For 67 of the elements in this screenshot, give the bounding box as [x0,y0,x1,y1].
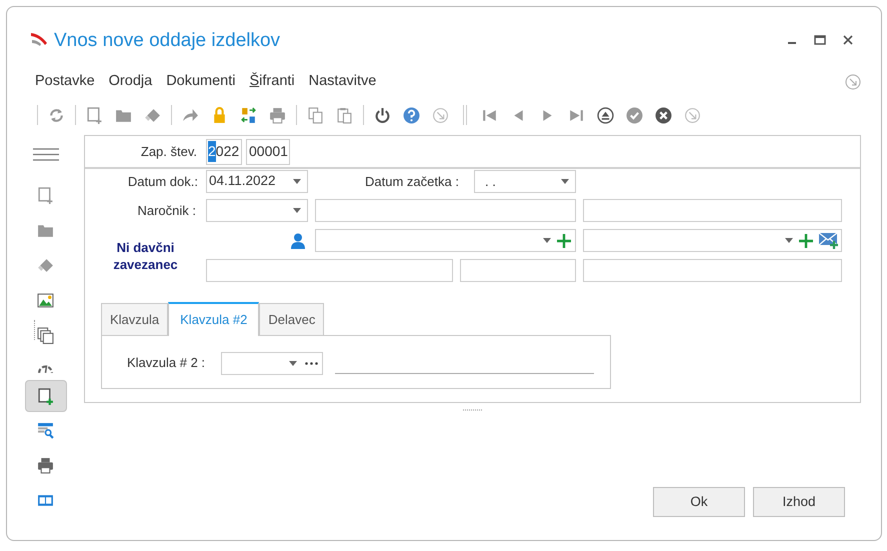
field-label: Naročnik : [136,202,196,220]
eraser-icon[interactable] [37,257,54,274]
refresh-icon[interactable] [48,106,65,124]
caret-icon [293,208,301,213]
caret-icon [785,238,793,243]
field-label: Datum začetka : [365,172,460,191]
caret-icon [289,360,297,366]
menu-icon[interactable] [32,148,58,161]
new-document-icon[interactable] [37,187,54,204]
tool-button[interactable] [24,380,66,412]
dialog-button[interactable]: Ok [653,487,745,517]
menu-item[interactable]: Šifranti [250,71,295,93]
person-icon[interactable] [291,232,305,248]
copy-icon[interactable] [307,106,324,124]
year-field[interactable]: 2022 [206,138,242,164]
arrow-icon[interactable] [182,106,199,124]
menu-item[interactable]: Dokumenti [166,71,236,93]
menu-item[interactable]: Orodja [108,71,152,93]
tax-status-label: Ni davčni zavezanec [112,238,179,272]
paste-icon[interactable] [336,106,353,124]
new-document-icon [37,388,54,404]
power-icon[interactable] [374,106,391,124]
lock-icon[interactable] [211,106,228,124]
text-field[interactable] [315,199,576,222]
contact-combo[interactable] [315,229,576,252]
printer-icon[interactable] [37,456,54,474]
caret-icon [293,179,301,184]
menu-item[interactable]: Nastavitve [308,71,376,93]
eject-icon[interactable] [597,106,614,124]
image-icon[interactable] [37,292,54,309]
cancel-icon[interactable] [655,106,672,124]
email-combo[interactable] [583,229,842,252]
help-icon[interactable] [403,106,420,124]
app-logo [30,31,48,49]
field-label: Klavzula # 2 : [127,354,206,372]
transfer-icon[interactable] [240,106,257,124]
ellipsis-icon[interactable] [305,362,318,364]
close-icon[interactable] [841,33,855,47]
date-dropdown[interactable]: . . [474,170,576,193]
text-field[interactable] [583,199,842,222]
maximize-icon[interactable] [813,33,827,47]
printer-icon[interactable] [269,106,286,124]
field-label: Datum dok.: [126,172,198,191]
text-field[interactable] [206,259,453,282]
new-document-icon[interactable] [86,106,103,124]
add-icon[interactable] [799,234,813,248]
menu-item[interactable]: Postavke [35,71,95,93]
date-dropdown[interactable]: 04.11.2022 [206,170,308,193]
envelope-plus-icon[interactable] [819,232,839,249]
copy-icon[interactable] [37,327,54,344]
customer-dropdown[interactable] [206,199,308,222]
tab[interactable]: Delavec [259,303,324,335]
caret-icon [561,179,569,184]
eraser-icon[interactable] [144,106,161,124]
tab[interactable]: Klavzula #2 [168,302,260,336]
field-label: Zap. štev. [140,142,197,161]
table-search-icon[interactable] [37,422,54,438]
text-field[interactable] [460,259,576,282]
window-title: Vnos nove oddaje izdelkov [54,29,280,53]
folder-icon[interactable] [37,222,54,239]
number-field[interactable]: 00001 [246,138,290,164]
dialog-button[interactable]: Izhod [753,487,845,517]
caret-icon [543,238,551,243]
tab[interactable]: Klavzula [101,303,168,335]
check-circle-icon[interactable] [626,106,643,124]
add-icon[interactable] [557,234,571,248]
text-field[interactable] [583,259,842,282]
